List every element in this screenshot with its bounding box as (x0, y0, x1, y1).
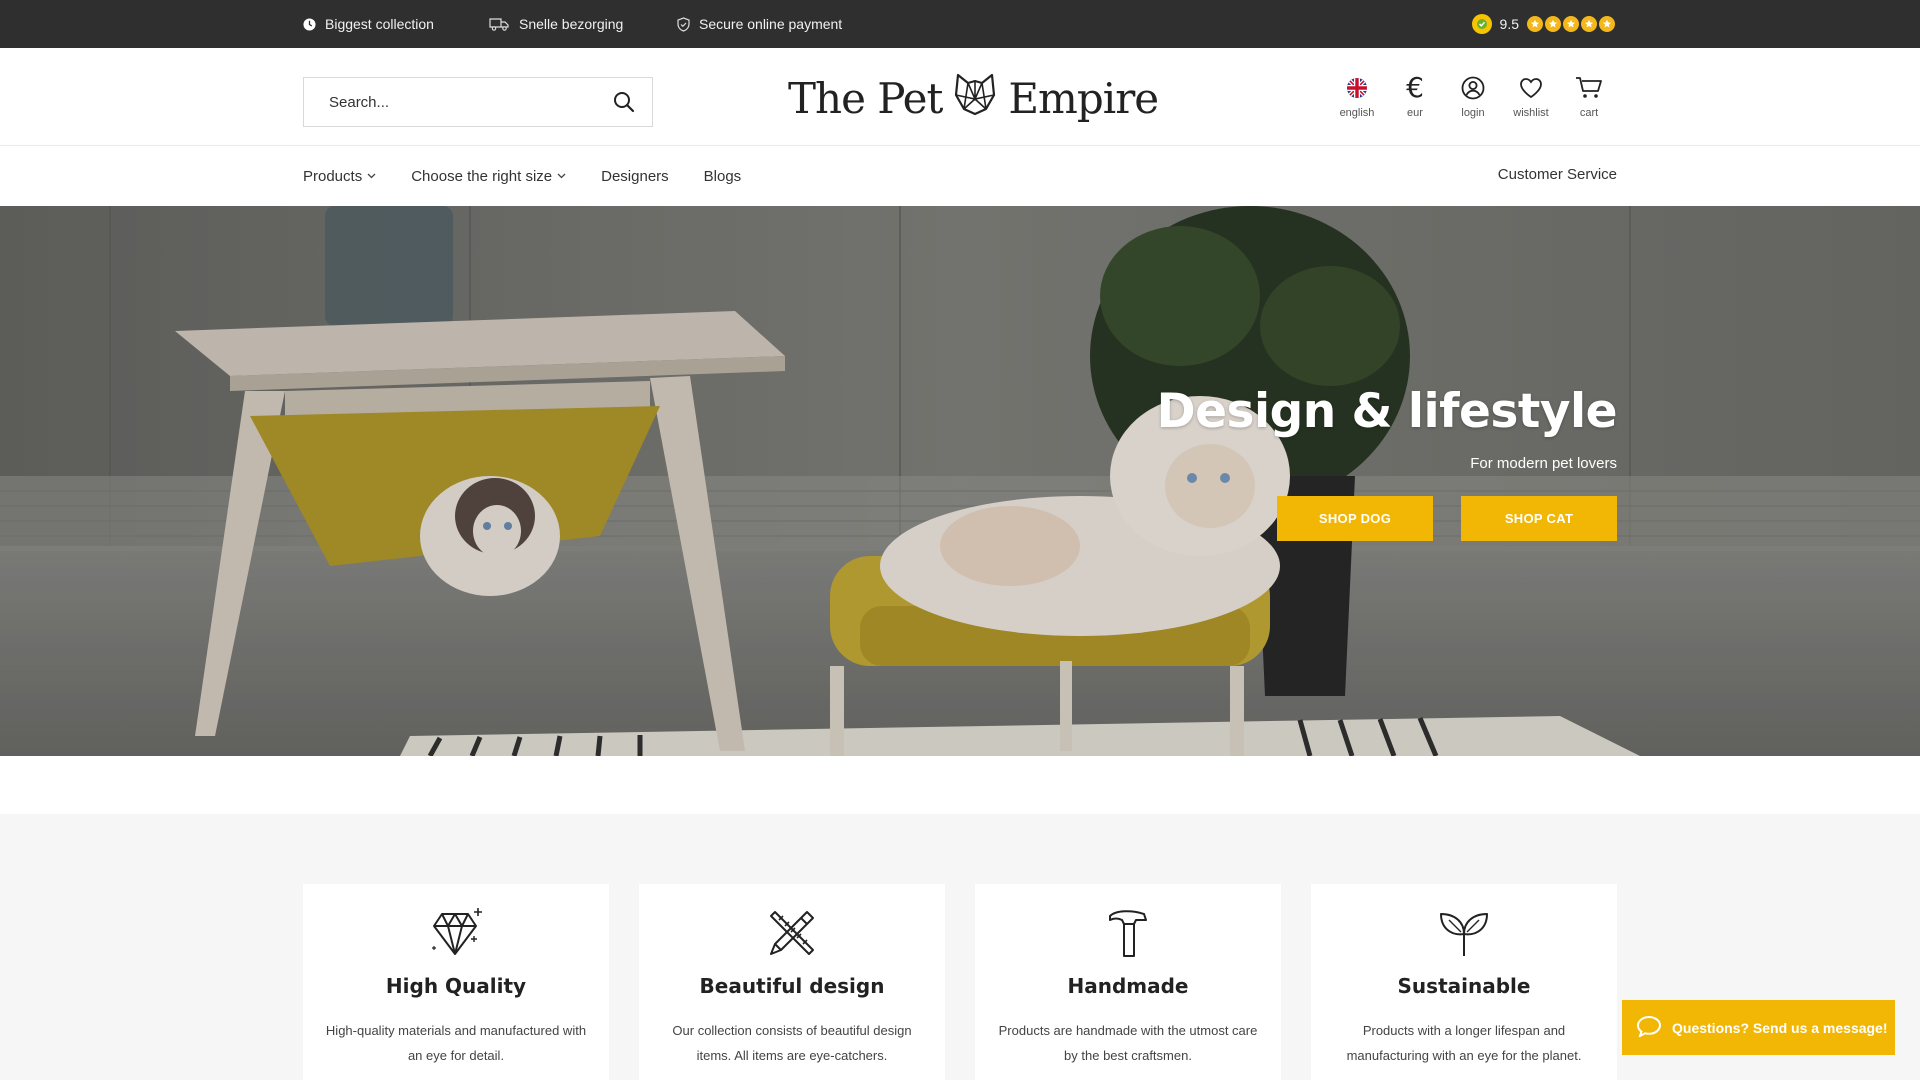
usp-card-sustainable: Sustainable Products with a longer lifes… (1311, 884, 1617, 1080)
usp-title: Beautiful design (699, 974, 885, 998)
uk-flag-icon (1346, 74, 1368, 102)
usp-text: Products with a longer lifespan and manu… (1346, 1023, 1582, 1063)
search-icon (614, 92, 635, 113)
usp-title: High Quality (385, 974, 527, 998)
star-icon (1563, 16, 1579, 32)
truck-icon (489, 17, 510, 31)
nav-item-label: Choose the right size (411, 167, 553, 185)
sprout-icon (1311, 906, 1617, 960)
usp-snelle-bezorging: Snelle bezorging (489, 0, 623, 48)
star-icon (1599, 16, 1615, 32)
kiyoh-badge-icon (1471, 14, 1492, 34)
heart-icon (1519, 74, 1543, 102)
customer-rating[interactable]: 9.5 (1471, 0, 1615, 48)
nav-item-label: Blogs (703, 167, 742, 185)
diamond-icon (303, 906, 609, 960)
usp-card-high-quality: High Quality High-quality materials and … (303, 884, 609, 1080)
star-icon (1581, 16, 1597, 32)
logo-text-right: Empire (1008, 73, 1159, 123)
search-input[interactable] (304, 78, 596, 126)
usp-title: Sustainable (1397, 974, 1531, 998)
nav-item-label: Products (303, 167, 363, 185)
nav-item-blogs[interactable]: Blogs (704, 168, 742, 185)
usp-label: Snelle bezorging (519, 16, 624, 32)
hero-banner: Design & lifestyle For modern pet lovers… (0, 206, 1920, 756)
cart-label: cart (1579, 107, 1599, 119)
usp-label: Biggest collection (325, 16, 434, 32)
hero-subtitle: For modern pet lovers (1470, 455, 1617, 472)
shop-dog-button[interactable]: SHOP DOG (1277, 496, 1433, 541)
language-selector[interactable]: english (1328, 74, 1386, 119)
hero-buttons: SHOP DOG SHOP CAT (1157, 496, 1617, 541)
usp-text: Products are handmade with the utmost ca… (998, 1023, 1258, 1063)
euro-icon: € (1406, 71, 1424, 104)
wishlist-link[interactable]: wishlist (1502, 74, 1560, 119)
pencil-ruler-icon (639, 906, 945, 960)
chat-bubble-icon (1636, 1015, 1662, 1040)
star-icon (1545, 16, 1561, 32)
star-icon (1527, 16, 1543, 32)
nav-item-designers[interactable]: Designers (601, 168, 669, 185)
site-header: The Pet Empire (0, 48, 1920, 146)
currency-selector[interactable]: € eur (1386, 71, 1444, 120)
clock-icon (303, 17, 316, 31)
language-label: english (1339, 107, 1375, 119)
rating-score: 9.5 (1499, 16, 1519, 32)
top-bar: Biggest collection Snelle bezorging Secu… (0, 0, 1920, 48)
logo-text-left: The Pet (788, 73, 943, 123)
customer-service-link[interactable]: Customer Service (1498, 146, 1617, 202)
chevron-down-icon (367, 173, 376, 179)
hero-image (0, 206, 1920, 756)
rating-stars (1527, 16, 1615, 32)
currency-label: eur (1407, 107, 1423, 119)
usp-card-handmade: Handmade Products are handmade with the … (975, 884, 1281, 1080)
usp-card-beautiful-design: Beautiful design Our collection consists… (639, 884, 945, 1080)
cart-link[interactable]: cart (1560, 74, 1618, 119)
usp-text: Our collection consists of beautiful des… (672, 1023, 912, 1063)
usp-title: Handmade (1067, 974, 1189, 998)
hammer-icon (975, 906, 1281, 960)
chat-button[interactable]: Questions? Send us a message! (1622, 1000, 1895, 1055)
usp-biggest-collection: Biggest collection (303, 0, 434, 48)
login-link[interactable]: login (1444, 74, 1502, 119)
chat-label: Questions? Send us a message! (1672, 1019, 1888, 1036)
site-logo[interactable]: The Pet Empire (788, 69, 1159, 127)
user-icon (1461, 74, 1485, 102)
usp-secure-payment: Secure online payment (677, 0, 842, 48)
usp-text: High-quality materials and manufactured … (325, 1023, 587, 1063)
search-button[interactable] (596, 78, 652, 126)
hero-content: Design & lifestyle For modern pet lovers… (1156, 384, 1618, 541)
main-nav: Products Choose the right size Designers… (0, 146, 1920, 206)
hero-title: Design & lifestyle (1156, 384, 1618, 439)
cat-head-logo-icon (950, 69, 1000, 127)
search-box (303, 77, 653, 127)
shield-icon (677, 16, 690, 32)
nav-item-choose-size[interactable]: Choose the right size (411, 168, 566, 185)
chevron-down-icon (557, 173, 566, 179)
nav-item-label: Designers (601, 167, 669, 185)
wishlist-label: wishlist (1513, 107, 1549, 119)
login-label: login (1461, 107, 1485, 119)
cart-icon (1575, 74, 1603, 102)
usp-label: Secure online payment (699, 16, 843, 32)
nav-menu: Products Choose the right size Designers… (303, 146, 741, 206)
header-actions: english € eur login wishlist cart (1328, 74, 1618, 119)
shop-cat-button[interactable]: SHOP CAT (1461, 496, 1617, 541)
nav-item-products[interactable]: Products (303, 168, 376, 185)
